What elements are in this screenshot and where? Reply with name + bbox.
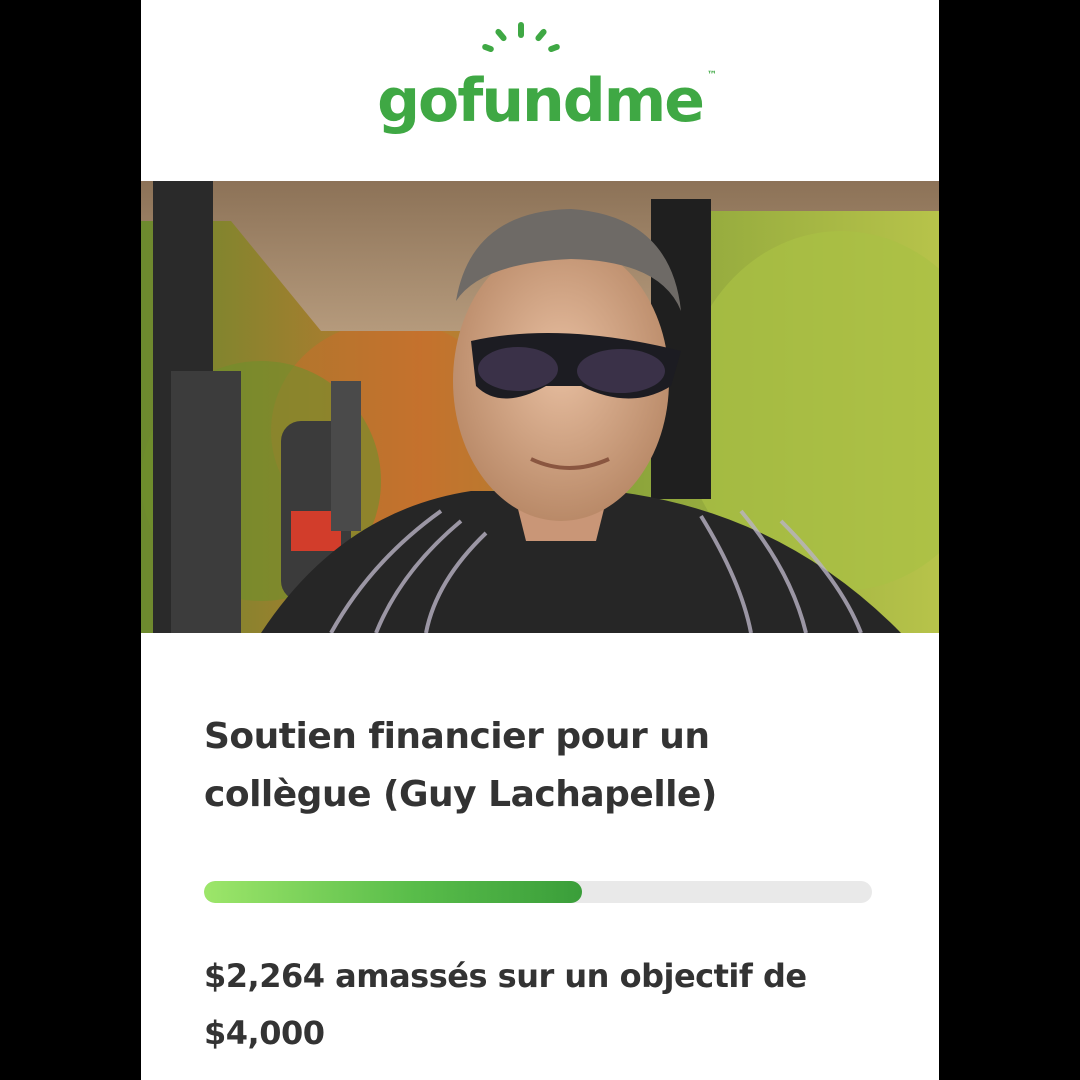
- gofundme-logo[interactable]: gofundme ™: [377, 21, 717, 136]
- progress-bar-fill: [204, 881, 583, 903]
- progress-bar: [204, 881, 872, 903]
- campaign-title[interactable]: Soutien financier pour un collègue (Guy …: [204, 708, 824, 824]
- campaign-card: gofundme ™ Soutien financier pour un col…: [141, 0, 939, 1080]
- raised-text: amassés sur un objectif de: [324, 957, 807, 995]
- raised-summary: $2,264 amassés sur un objectif de $4,000: [204, 948, 864, 1062]
- raised-amount: $2,264: [204, 957, 325, 995]
- goal-amount: $4,000: [204, 1014, 325, 1052]
- logo-text: gofundme: [377, 65, 705, 136]
- campaign-photo[interactable]: [141, 181, 939, 633]
- trademark-mark: ™: [706, 69, 717, 81]
- sun-rays-icon: [482, 21, 560, 52]
- header: gofundme ™: [141, 0, 939, 181]
